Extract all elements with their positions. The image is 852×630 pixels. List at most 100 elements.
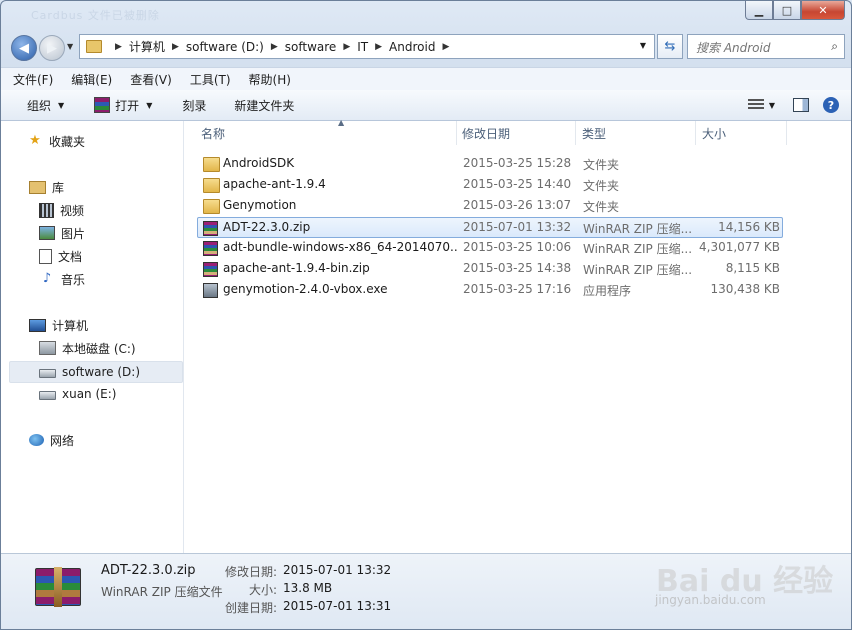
menu-file[interactable]: 文件(F) xyxy=(1,71,59,88)
file-date: 2015-07-01 13:32 xyxy=(463,220,572,234)
burn-label: 刻录 xyxy=(182,98,207,113)
nav-pictures[interactable]: 图片 xyxy=(39,223,85,243)
nav-drive-d[interactable]: software (D:) xyxy=(9,361,183,383)
file-name: apache-ant-1.9.4-bin.zip xyxy=(223,261,370,275)
forward-button[interactable]: ▶ xyxy=(39,35,65,61)
refresh-button[interactable]: ⇆ xyxy=(657,34,683,59)
nav-drive-e-label: xuan (E:) xyxy=(62,387,117,401)
details-created-label: 创建日期: xyxy=(224,601,277,615)
organize-button[interactable]: 组织 ▼ xyxy=(27,97,64,114)
explorer-window: Cardbus 文件已被删除 ▁ □ ✕ ◀ ▶ ▼ ▶ 计算机 ▶ softw… xyxy=(0,0,852,630)
nav-drive-e[interactable]: xuan (E:) xyxy=(39,384,116,404)
new-folder-button[interactable]: 新建文件夹 xyxy=(234,97,294,114)
address-bar[interactable]: ▶ 计算机 ▶ software (D:) ▶ software ▶ IT ▶ … xyxy=(79,34,655,59)
nav-drive-d-label: software (D:) xyxy=(62,365,140,379)
search-icon[interactable]: ⌕ xyxy=(831,39,838,54)
view-options-icon[interactable] xyxy=(747,99,764,111)
file-row-adt-bundle[interactable]: adt-bundle-windows-x86_64-2014070... 201… xyxy=(198,238,782,258)
back-button[interactable]: ◀ xyxy=(11,35,37,61)
chevron-right-icon[interactable]: ▶ xyxy=(271,42,278,52)
breadcrumb-software[interactable]: software xyxy=(285,40,337,54)
arrow-left-icon: ◀ xyxy=(19,40,29,56)
nav-videos[interactable]: 视频 xyxy=(39,200,84,220)
chevron-right-icon[interactable]: ▶ xyxy=(375,42,382,52)
nav-libraries[interactable]: 库 xyxy=(29,177,64,197)
folder-icon xyxy=(203,157,220,172)
recent-pages-dropdown[interactable]: ▼ xyxy=(67,42,73,51)
close-button[interactable]: ✕ xyxy=(801,1,845,20)
picture-icon xyxy=(39,226,55,240)
folder-icon xyxy=(203,178,220,193)
file-date: 2015-03-25 17:16 xyxy=(463,282,572,296)
window-controls: ▁ □ ✕ xyxy=(745,1,845,20)
column-type-label: 类型 xyxy=(582,126,607,141)
drive-icon xyxy=(39,391,56,400)
menu-tools[interactable]: 工具(T) xyxy=(178,71,237,88)
winrar-icon xyxy=(94,97,111,113)
file-row-adt-zip[interactable]: ADT-22.3.0.zip 2015-07-01 13:32 WinRAR Z… xyxy=(197,217,783,238)
system-drive-icon xyxy=(39,341,56,355)
preview-pane-icon[interactable] xyxy=(793,98,809,112)
file-row-genymotion[interactable]: Genymotion 2015-03-26 13:07 文件夹 xyxy=(198,196,782,216)
file-date: 2015-03-25 14:38 xyxy=(463,261,572,275)
winrar-icon xyxy=(203,241,218,256)
refresh-icon: ⇆ xyxy=(664,39,676,54)
nav-libraries-label: 库 xyxy=(52,180,65,195)
nav-favorites[interactable]: ★ 收藏夹 xyxy=(27,131,85,151)
details-size-value: 13.8 MB xyxy=(283,581,333,595)
nav-documents-label: 文档 xyxy=(58,249,83,264)
nav-drive-c[interactable]: 本地磁盘 (C:) xyxy=(39,338,136,358)
library-icon xyxy=(29,180,46,194)
column-name[interactable]: 名称 ▲ xyxy=(201,118,457,145)
navigation-bar: ◀ ▶ ▼ ▶ 计算机 ▶ software (D:) ▶ software ▶… xyxy=(9,33,845,61)
column-date[interactable]: 修改日期 xyxy=(462,121,576,145)
file-type: 文件夹 xyxy=(583,200,620,214)
winrar-archive-icon xyxy=(35,567,81,607)
file-row-apache-ant[interactable]: apache-ant-1.9.4 2015-03-25 14:40 文件夹 xyxy=(198,175,782,195)
breadcrumb-it[interactable]: IT xyxy=(357,40,368,54)
help-icon[interactable]: ? xyxy=(823,97,839,113)
chevron-right-icon[interactable]: ▶ xyxy=(343,42,350,52)
organize-label: 组织 xyxy=(27,98,52,113)
minimize-button[interactable]: ▁ xyxy=(745,1,773,20)
address-history-dropdown[interactable]: ▼ xyxy=(640,41,646,50)
file-date: 2015-03-25 15:28 xyxy=(463,156,572,170)
chevron-down-icon[interactable]: ▼ xyxy=(769,101,775,110)
details-modified-value: 2015-07-01 13:32 xyxy=(283,563,392,577)
burn-button[interactable]: 刻录 xyxy=(182,97,206,114)
nav-documents[interactable]: 文档 xyxy=(39,246,82,266)
chevron-right-icon[interactable]: ▶ xyxy=(442,42,449,52)
breadcrumb-drive-d[interactable]: software (D:) xyxy=(186,40,264,54)
file-type: 文件夹 xyxy=(583,158,620,172)
file-list-pane: 名称 ▲ 修改日期 类型 大小 AndroidSDK 2015-03-25 15… xyxy=(184,118,851,553)
breadcrumb: ▶ 计算机 ▶ software (D:) ▶ software ▶ IT ▶ … xyxy=(108,38,456,55)
installer-icon xyxy=(203,283,218,298)
computer-icon xyxy=(29,318,46,332)
nav-music[interactable]: ♪ 音乐 xyxy=(39,269,85,289)
sort-ascending-icon: ▲ xyxy=(338,118,345,127)
menu-view[interactable]: 查看(V) xyxy=(118,71,178,88)
breadcrumb-android[interactable]: Android xyxy=(389,40,435,54)
column-size[interactable]: 大小 xyxy=(702,121,787,145)
nav-computer-label: 计算机 xyxy=(52,318,89,333)
nav-computer[interactable]: 计算机 xyxy=(29,315,88,335)
file-name: apache-ant-1.9.4 xyxy=(223,177,326,191)
details-file-type: WinRAR ZIP 压缩文件 xyxy=(101,585,223,599)
file-row-apache-ant-zip[interactable]: apache-ant-1.9.4-bin.zip 2015-03-25 14:3… xyxy=(198,259,782,279)
details-modified-label: 修改日期: xyxy=(224,565,277,579)
file-row-androidsdk[interactable]: AndroidSDK 2015-03-25 15:28 文件夹 xyxy=(198,154,782,174)
chevron-right-icon[interactable]: ▶ xyxy=(172,42,179,52)
column-type[interactable]: 类型 xyxy=(582,121,696,145)
music-note-icon: ♪ xyxy=(42,271,52,286)
maximize-button[interactable]: □ xyxy=(773,1,801,20)
menu-edit[interactable]: 编辑(E) xyxy=(59,71,118,88)
file-row-genymotion-exe[interactable]: genymotion-2.4.0-vbox.exe 2015-03-25 17:… xyxy=(198,280,782,300)
search-input[interactable] xyxy=(694,37,818,58)
open-button[interactable]: 打开 ▼ xyxy=(94,97,152,114)
menu-help[interactable]: 帮助(H) xyxy=(237,71,297,88)
file-name: adt-bundle-windows-x86_64-2014070... xyxy=(223,240,457,254)
chevron-right-icon[interactable]: ▶ xyxy=(115,42,122,52)
nav-network[interactable]: 网络 xyxy=(29,430,74,450)
file-date: 2015-03-26 13:07 xyxy=(463,198,572,212)
breadcrumb-computer[interactable]: 计算机 xyxy=(129,38,165,55)
